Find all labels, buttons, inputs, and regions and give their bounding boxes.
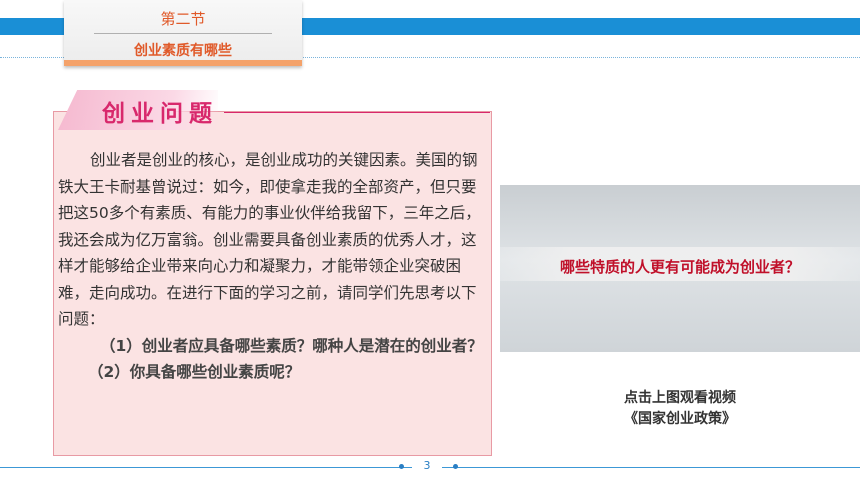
problem-intro: 创业者是创业的核心，是创业成功的关键因素。美国的钢铁大王卡耐基曾说过：如今，即使… [58,151,481,328]
section-tab: 第二节 创业素质有哪些 [64,0,302,66]
problem-heading: 创业问题 [102,101,218,127]
problem-text: 创业者是创业的核心，是创业成功的关键因素。美国的钢铁大王卡耐基曾说过：如今，即使… [58,147,488,386]
section-title: 创业素质有哪些 [134,43,232,59]
section-tab-accent [64,60,302,66]
page-number: 3 [412,459,442,475]
question-1: （1）创业者应具备哪些素质？哪种人是潜在的创业者？ [100,336,483,355]
section-rule [94,33,272,34]
heading-underline [224,112,490,113]
video-caption[interactable]: 点击上图观看视频 [500,387,860,407]
question-2: （2）你具备哪些创业素质呢？ [88,363,301,381]
video-title[interactable]: 《国家创业政策》 [500,408,860,428]
section-number: 第二节 [160,10,206,28]
video-question: 哪些特质的人更有可能成为创业者？ [559,258,800,276]
footer-dot-left [399,464,404,469]
footer-dot-right [453,464,458,469]
video-thumbnail[interactable]: 哪些特质的人更有可能成为创业者？ [500,185,860,352]
